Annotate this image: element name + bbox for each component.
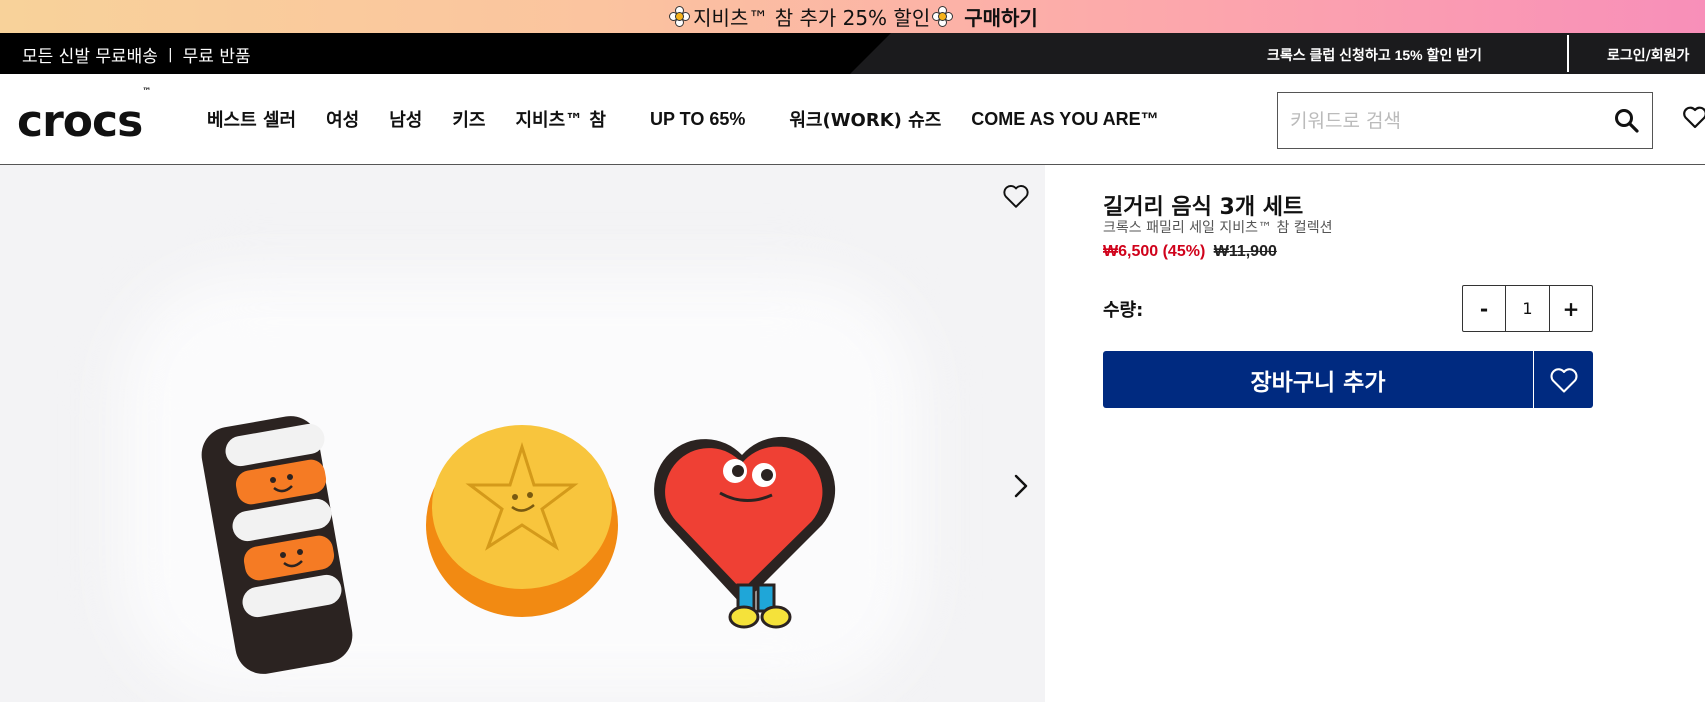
sale-price: ₩6,500 (45%) <box>1103 243 1206 260</box>
logo-text: crocs <box>17 96 143 147</box>
search-box <box>1277 92 1653 149</box>
heart-icon[interactable] <box>1682 104 1705 130</box>
nav-menu: 베스트 셀러 여성 남성 키즈 지비츠™ 참 UP TO 65% 워크(WORK… <box>207 74 1159 164</box>
logo-tm: ™ <box>142 87 151 98</box>
chevron-right-icon[interactable] <box>1012 472 1030 500</box>
heart-charm <box>654 436 836 629</box>
heart-icon[interactable] <box>1002 182 1030 210</box>
nav-item-kids[interactable]: 키즈 <box>452 106 485 132</box>
flower-icon <box>932 5 954 28</box>
shipping-info: 모든 신발 무료배송 | 무료 반품 <box>22 42 251 68</box>
product-image <box>201 416 836 674</box>
club-signup-link[interactable]: 크록스 클럽 신청하고 15% 할인 받기 <box>1267 45 1482 65</box>
promo-cta-link[interactable]: 구매하기 <box>964 2 1038 31</box>
free-returns-text[interactable]: 무료 반품 <box>183 42 251 67</box>
heart-icon <box>1550 367 1577 393</box>
search-input[interactable] <box>1278 93 1578 148</box>
nav-item-sale[interactable]: UP TO 65% <box>650 109 745 130</box>
quantity-label: 수량: <box>1103 300 1144 321</box>
nav-item-jibbitz[interactable]: 지비츠™ 참 <box>515 106 606 132</box>
nav-item-work-shoes[interactable]: 워크(WORK) 슈즈 <box>789 106 941 132</box>
wishlist-button[interactable] <box>1534 351 1593 408</box>
free-shipping-text[interactable]: 모든 신발 무료배송 <box>22 42 158 67</box>
quantity-increase-button[interactable]: + <box>1550 286 1592 331</box>
dalgona-charm <box>426 425 618 617</box>
quantity-decrease-button[interactable]: - <box>1463 286 1505 331</box>
nav-item-best-sellers[interactable]: 베스트 셀러 <box>207 106 296 132</box>
quantity-value[interactable]: 1 <box>1505 286 1550 331</box>
product-gallery[interactable] <box>0 165 1045 702</box>
product-price: ₩6,500 (45%) ₩11,900 <box>1103 243 1277 261</box>
search-icon[interactable] <box>1614 108 1640 134</box>
original-price: ₩11,900 <box>1213 243 1277 260</box>
promo-text: 지비츠™ 참 추가 25% 할인 <box>693 6 931 30</box>
add-to-cart-bar: 장바구니 추가 <box>1103 351 1593 408</box>
quantity-stepper: - 1 + <box>1462 285 1593 332</box>
utility-separator: | <box>167 46 173 63</box>
nav-item-come-as-you-are[interactable]: COME AS YOU ARE™ <box>971 109 1158 130</box>
utility-bar: 모든 신발 무료배송 | 무료 반품 크록스 클럽 신청하고 15% 할인 받기… <box>0 33 1705 74</box>
skewer-charm <box>201 416 353 674</box>
add-to-cart-button[interactable]: 장바구니 추가 <box>1103 351 1534 408</box>
crocs-logo[interactable]: crocs™ <box>17 87 151 147</box>
login-link[interactable]: 로그인/회원가 <box>1607 45 1689 65</box>
flower-icon <box>669 5 691 28</box>
nav-item-men[interactable]: 남성 <box>389 106 422 132</box>
promo-banner[interactable]: 지비츠™ 참 추가 25% 할인 구매하기 <box>0 0 1705 33</box>
nav-item-women[interactable]: 여성 <box>326 106 359 132</box>
product-subtitle: 크록스 패밀리 세일 지비츠™ 참 컬렉션 <box>1103 220 1333 236</box>
utility-divider <box>1567 35 1569 72</box>
main-nav: crocs™ 베스트 셀러 여성 남성 키즈 지비츠™ 참 UP TO 65% … <box>0 74 1705 165</box>
